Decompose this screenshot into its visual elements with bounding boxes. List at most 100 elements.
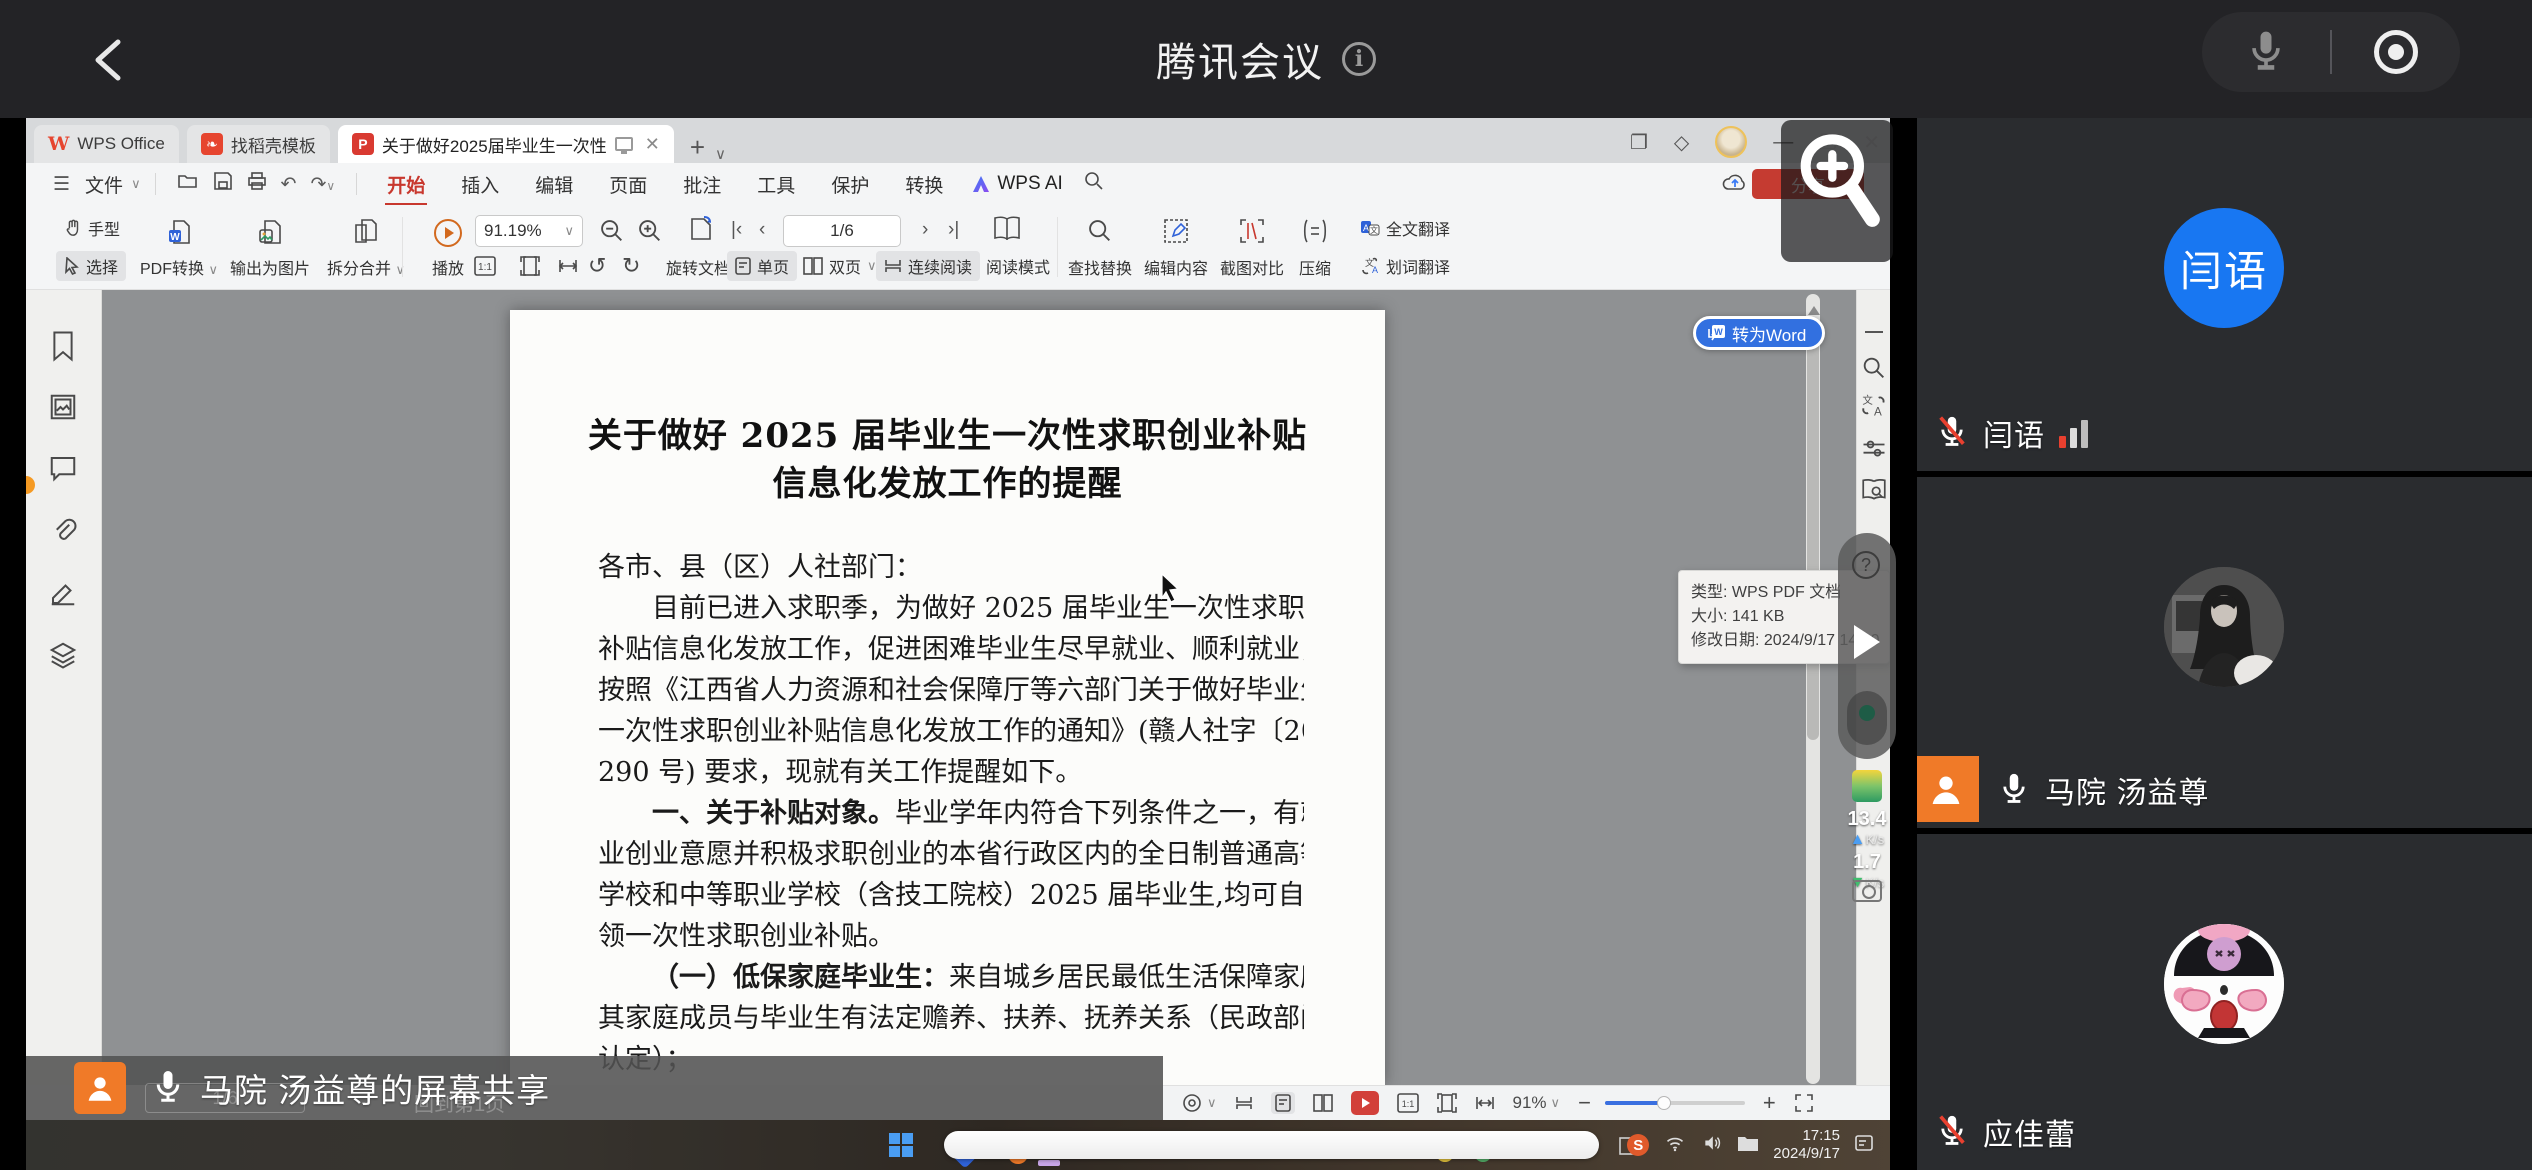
signature-pen-icon[interactable] <box>48 578 80 610</box>
double-page-button[interactable]: 双页∨ <box>795 251 885 281</box>
zoom-minus-button[interactable]: − <box>1578 1090 1591 1116</box>
select-tool-button[interactable]: 选择 <box>56 251 126 281</box>
read-mode-button[interactable]: 阅读模式 <box>978 251 1058 281</box>
file-menu[interactable]: ☰ 文件 ∨ <box>46 171 141 198</box>
prev-page-icon[interactable]: ‹ <box>759 219 765 241</box>
tab-list-caret[interactable]: ∨ <box>715 145 726 163</box>
zoom-in-icon[interactable] <box>636 217 664 250</box>
collapse-icon[interactable] <box>1860 318 1888 346</box>
layers-icon[interactable] <box>48 640 80 672</box>
export-image-button[interactable]: 输出为图片 <box>222 211 318 283</box>
play-button[interactable] <box>1351 1091 1379 1115</box>
scroll-up-arrow[interactable] <box>1808 306 1820 315</box>
continuous-mode-icon[interactable] <box>1235 1094 1253 1112</box>
wps-ai-button[interactable]: WPS AI <box>971 173 1062 195</box>
page-indicator[interactable]: 1/6 <box>783 215 901 247</box>
rotate-left-icon[interactable]: ↺ <box>588 253 606 279</box>
menu-insert[interactable]: 插入 <box>459 167 501 202</box>
convert-to-word-button[interactable]: W 转为Word <box>1693 316 1825 350</box>
menu-protect[interactable]: 保护 <box>829 167 871 202</box>
attachment-icon[interactable] <box>48 516 80 548</box>
pdf-convert-button[interactable]: W PDF转换 ∨ <box>131 211 227 283</box>
menu-comment[interactable]: 批注 <box>681 167 723 202</box>
single-page-mode-icon[interactable] <box>1271 1092 1295 1114</box>
next-page-icon[interactable]: › <box>922 219 928 241</box>
full-translate-button[interactable]: A文 全文翻译 <box>1352 213 1458 243</box>
undo-icon[interactable]: ↶ <box>281 173 297 196</box>
expand-arrow-icon[interactable] <box>1854 625 1880 659</box>
notification-center-icon[interactable] <box>1854 1133 1874 1158</box>
mic-button[interactable] <box>2244 28 2288 77</box>
redo-icon[interactable]: ↷∨ <box>311 173 336 196</box>
rotate-right-icon[interactable]: ↻ <box>622 253 640 279</box>
actual-size-status-icon[interactable]: 1:1 <box>1397 1093 1419 1113</box>
scrollbar-thumb[interactable] <box>1807 330 1819 740</box>
split-merge-button[interactable]: 拆分合并 ∨ <box>318 211 414 283</box>
single-page-button[interactable]: 单页 <box>727 251 797 281</box>
menu-page[interactable]: 页面 <box>607 167 649 202</box>
book-icon[interactable] <box>992 215 1022 248</box>
word-translate-button[interactable]: 文A 划词翻译 <box>1352 251 1458 281</box>
new-tab-button[interactable]: + <box>690 132 705 163</box>
hand-tool-button[interactable]: 手型 <box>56 213 128 243</box>
image-panel-icon[interactable] <box>48 392 80 424</box>
tab-document[interactable]: P 关于做好2025届毕业生一次性 ✕ <box>338 125 674 163</box>
menu-tools[interactable]: 工具 <box>755 167 797 202</box>
bookmark-icon[interactable] <box>48 330 80 362</box>
fit-page-button[interactable] <box>512 251 548 281</box>
windows-start-icon[interactable] <box>888 1132 914 1163</box>
account-avatar[interactable] <box>1715 126 1747 158</box>
save-icon[interactable] <box>213 171 233 197</box>
comment-panel-icon[interactable] <box>48 454 80 486</box>
cloud-sync-icon[interactable] <box>1720 171 1750 201</box>
horizontal-scrollbar-pill[interactable] <box>944 1131 1599 1159</box>
participant-tile[interactable]: 闫语 闫语 <box>1917 118 2532 471</box>
record-button[interactable] <box>2374 30 2418 74</box>
wifi-icon[interactable] <box>1663 1133 1687 1158</box>
participant-tile[interactable]: 马院 汤益尊 <box>1917 477 2532 828</box>
cube-icon[interactable]: ◇ <box>1674 130 1689 155</box>
search-panel-icon[interactable] <box>1860 354 1888 382</box>
open-folder-icon[interactable] <box>177 171 199 197</box>
actual-size-button[interactable]: 1:1 <box>466 251 504 281</box>
fit-page-status-icon[interactable] <box>1437 1093 1457 1113</box>
translate-panel-icon[interactable]: 文A <box>1860 392 1888 420</box>
fit-width-button[interactable] <box>550 251 586 281</box>
help-icon[interactable]: ? <box>1852 551 1880 579</box>
double-page-mode-icon[interactable] <box>1313 1094 1333 1112</box>
menu-edit[interactable]: 编辑 <box>533 167 575 202</box>
first-page-icon[interactable]: |‹ <box>731 219 742 241</box>
fit-width-status-icon[interactable] <box>1475 1093 1495 1113</box>
panel-handle[interactable] <box>1847 691 1887 745</box>
participant-tile[interactable]: 应佳蕾 <box>1917 834 2532 1170</box>
compress-button[interactable]: 压缩 <box>1280 211 1350 283</box>
folder-tray-icon[interactable] <box>1737 1134 1759 1157</box>
close-tab-icon[interactable]: ✕ <box>645 134 660 155</box>
meeting-zoom-overlay[interactable] <box>1781 120 1893 262</box>
tab-wps-home[interactable]: W WPS Office <box>34 125 179 163</box>
taskbar-clock[interactable]: 17:15 2024/9/17 <box>1773 1127 1840 1163</box>
menu-convert[interactable]: 转换 <box>903 167 945 202</box>
menu-home[interactable]: 开始 <box>385 167 427 202</box>
volume-icon[interactable] <box>1701 1133 1723 1158</box>
floating-side-panel[interactable]: ? <box>1838 533 1896 759</box>
rotate-pages-icon[interactable] <box>684 213 718 252</box>
view-options-icon[interactable]: ∨ <box>1181 1092 1217 1114</box>
last-page-icon[interactable]: ›| <box>948 219 959 241</box>
print-icon[interactable] <box>247 171 267 197</box>
fullscreen-icon[interactable] <box>1794 1093 1814 1113</box>
zoom-out-icon[interactable] <box>598 217 626 250</box>
tray-app-icon[interactable]: S <box>1627 1134 1649 1156</box>
layout-side-icon[interactable]: ❐ <box>1630 130 1648 155</box>
zoom-percent-label[interactable]: 91%∨ <box>1513 1093 1561 1113</box>
continuous-read-button[interactable]: 连续阅读 <box>876 251 980 281</box>
zoom-slider[interactable] <box>1605 1101 1745 1105</box>
menu-search-icon[interactable] <box>1083 170 1105 198</box>
tab-docer-templates[interactable]: ❧ 找稻壳模板 <box>187 125 330 163</box>
rotate-doc-label[interactable]: 旋转文档 <box>666 255 730 279</box>
zoom-slider-knob[interactable] <box>1657 1096 1671 1110</box>
zoom-level-combo[interactable]: 91.19%∨ <box>475 215 583 247</box>
zoom-plus-button[interactable]: + <box>1763 1090 1776 1116</box>
reader-search-icon[interactable] <box>1860 476 1888 504</box>
camera-widget-icon[interactable] <box>1852 880 1882 902</box>
